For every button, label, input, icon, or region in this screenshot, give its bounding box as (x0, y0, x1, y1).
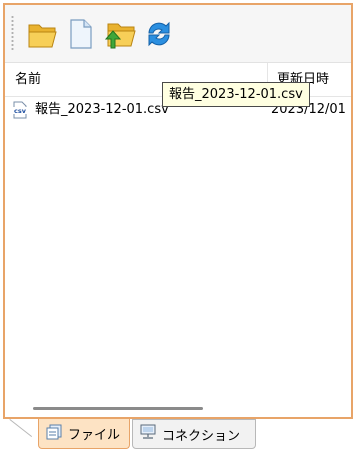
tab-files[interactable]: ファイル (38, 419, 130, 449)
svg-text:csv: csv (14, 107, 27, 115)
new-file-icon (68, 18, 94, 50)
upload-folder-icon (102, 18, 136, 50)
file-browser-panel: 名前 更新日時 csv 報告_2023-12-01.csv 2023/12/01 (3, 3, 353, 419)
upload-folder-button[interactable] (102, 17, 136, 51)
refresh-icon (143, 19, 175, 49)
connection-tab-icon (139, 424, 157, 444)
column-header-name[interactable]: 名前 (15, 63, 41, 97)
toolbar-grip[interactable] (11, 15, 14, 51)
open-folder-icon (27, 19, 59, 49)
tab-strip-edge (9, 419, 33, 438)
tab-connections[interactable]: コネクション (132, 419, 256, 449)
filename-tooltip: 報告_2023-12-01.csv (162, 82, 310, 107)
horizontal-scrollbar[interactable] (5, 403, 351, 417)
file-name: 報告_2023-12-01.csv (35, 102, 169, 117)
scrollbar-thumb[interactable] (33, 407, 203, 410)
new-file-button[interactable] (65, 17, 97, 51)
files-tab-icon (45, 424, 63, 444)
file-list[interactable]: 名前 更新日時 csv 報告_2023-12-01.csv 2023/12/01 (5, 63, 351, 417)
tab-files-label: ファイル (68, 428, 121, 443)
refresh-button[interactable] (143, 17, 175, 51)
open-folder-button[interactable] (27, 17, 59, 51)
toolbar (5, 5, 351, 63)
tab-connections-label: コネクション (162, 428, 241, 444)
bottom-tab-strip: ファイル コネクション (0, 419, 356, 453)
csv-file-icon: csv (11, 101, 29, 119)
